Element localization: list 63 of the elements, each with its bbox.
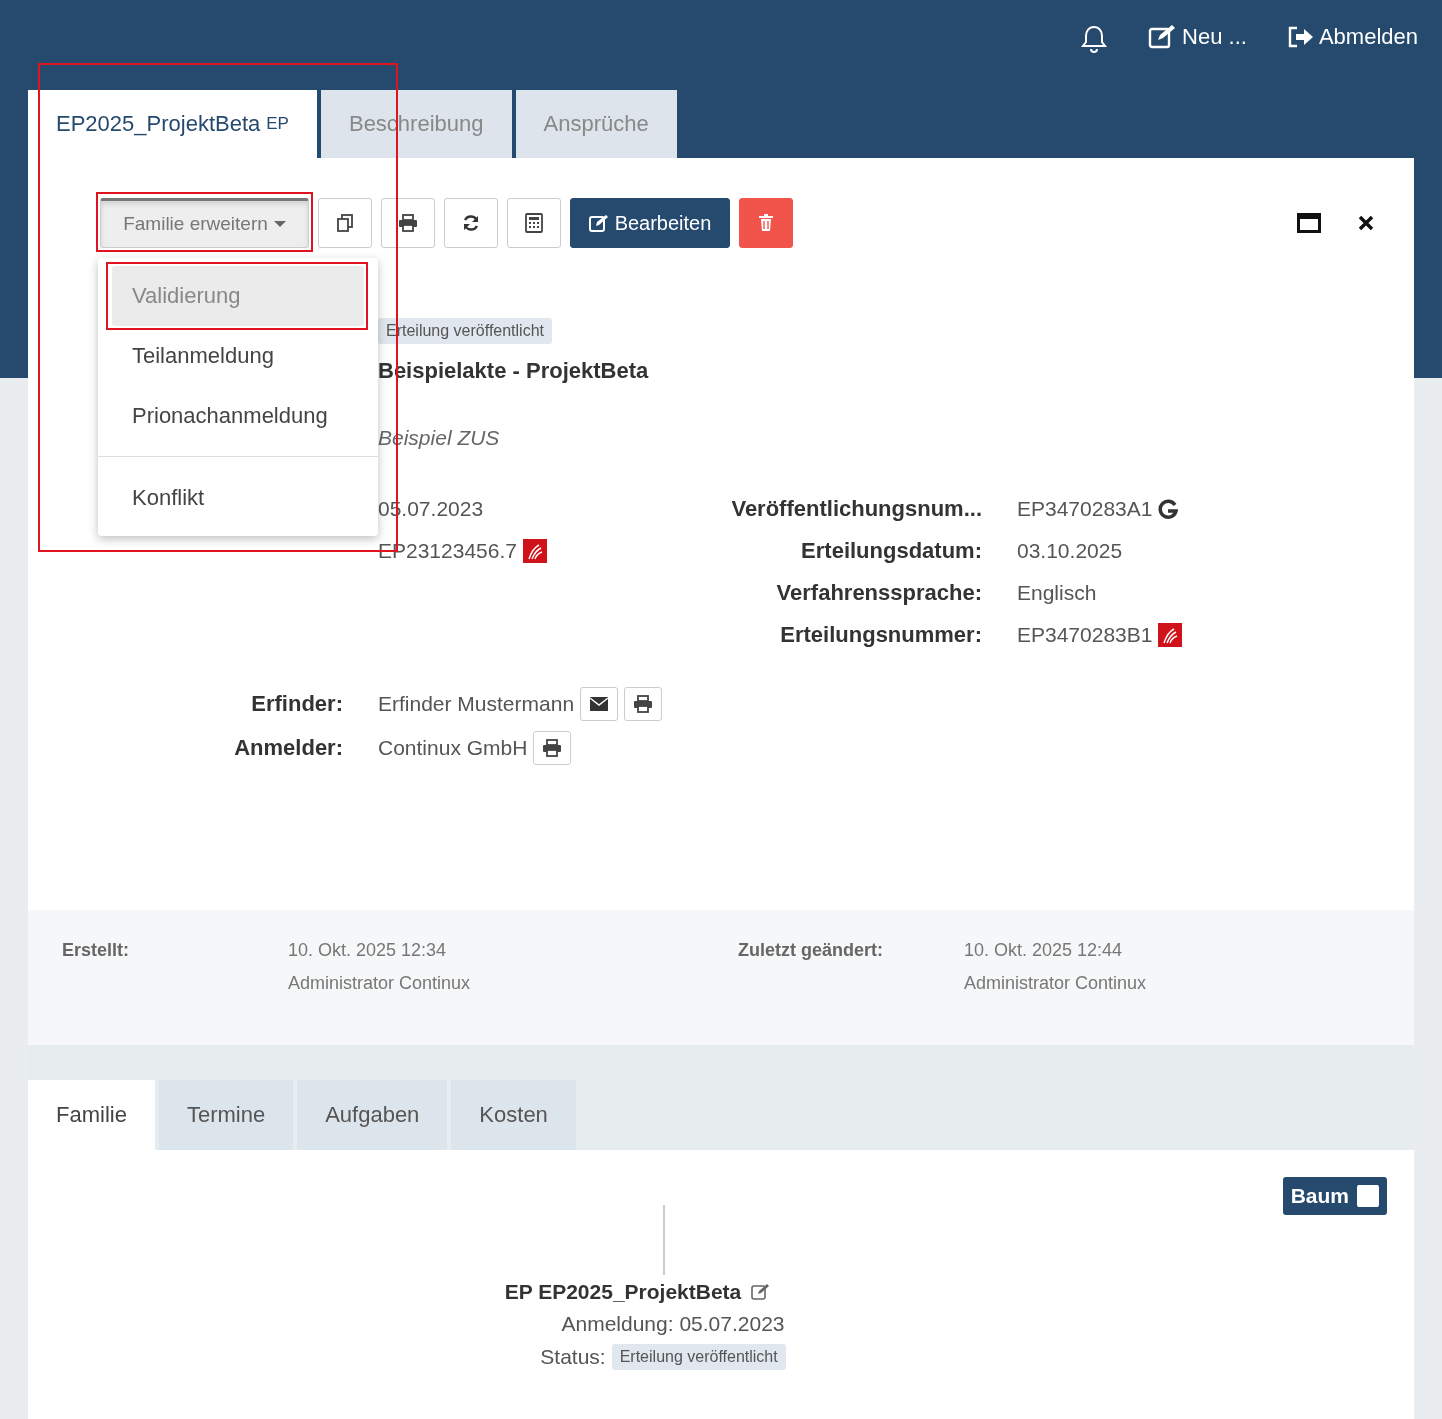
edit-icon (751, 1283, 772, 1301)
field-label: Veröffentlichungsnum... (730, 495, 982, 523)
menu-item[interactable]: Konflikt (98, 456, 378, 528)
connector-line (663, 1205, 665, 1275)
node-filing: Anmeldung: 05.07.2023 (561, 1312, 785, 1336)
tab[interactable]: Familie (28, 1080, 155, 1150)
field-label: Erteilungsnummer: (779, 621, 982, 649)
pdf-icon (1158, 623, 1183, 647)
node-title: EP EP2025_ProjektBeta (504, 1280, 742, 1304)
google-icon (1158, 499, 1179, 519)
field-value: 03.10.2025 (1017, 538, 1123, 564)
field-value: EP3470283B1 (1017, 622, 1153, 648)
print-icon (633, 695, 654, 713)
dropdown-button[interactable]: Familie erweitern (100, 198, 309, 248)
edit-button[interactable]: Bearbeiten (570, 198, 730, 248)
tab[interactable]: Kosten (451, 1080, 576, 1150)
tab[interactable]: Termine (158, 1080, 294, 1150)
field-value: Erfinder Mustermann (378, 691, 575, 717)
mail-button[interactable] (580, 687, 619, 721)
field-label: Erteilungsdatum: (800, 537, 982, 565)
maximize-icon (1297, 213, 1321, 233)
checkbox[interactable] (1357, 1185, 1379, 1207)
refresh-button[interactable] (444, 198, 498, 248)
print-button[interactable] (533, 731, 572, 765)
close-icon (1358, 215, 1374, 231)
tab[interactable]: Aufgaben (297, 1080, 448, 1150)
calculator-icon (525, 213, 543, 233)
status-badge: Erteilung veröffentlicht (611, 1344, 786, 1370)
field-label: Verfahrenssprache: (775, 579, 982, 607)
print-icon (398, 214, 418, 232)
meta-label: Erstellt: (62, 940, 131, 962)
field-label: Erfinder: (250, 690, 343, 718)
meta-date: 10. Okt. 2025 12:34 (288, 940, 448, 961)
edit-icon (588, 214, 609, 232)
print-button[interactable] (624, 687, 663, 721)
notifications-button[interactable] (1080, 24, 1109, 54)
print-icon (542, 739, 563, 757)
node-status-label: Status: (540, 1345, 606, 1369)
tab[interactable]: EP2025_ProjektBeta EP (28, 90, 317, 158)
caret-icon (273, 220, 286, 228)
trash-icon (758, 214, 774, 232)
bell-icon (1080, 24, 1109, 54)
logout-icon (1286, 25, 1315, 49)
print-button[interactable] (381, 198, 435, 248)
copy-icon (335, 213, 355, 233)
field-value: EP23123456.7 (378, 538, 517, 564)
meta-user: Administrator Continux (288, 973, 472, 994)
meta-date: 10. Okt. 2025 12:44 (964, 940, 1124, 961)
copy-button[interactable] (318, 198, 372, 248)
pdf-icon (522, 539, 547, 563)
calculator-button[interactable] (507, 198, 561, 248)
delete-button[interactable] (739, 198, 793, 248)
meta-user: Administrator Continux (964, 973, 1148, 994)
field-value: EP3470283A1 (1017, 496, 1153, 522)
tree-toggle[interactable]: Baum (1282, 1177, 1387, 1215)
field-value: Continux GmbH (378, 735, 528, 761)
meta-label: Zuletzt geändert: (738, 940, 884, 962)
logout-button[interactable]: Abmelden (1286, 24, 1418, 50)
mail-icon (589, 696, 610, 712)
new-button[interactable]: Neu ... (1148, 24, 1247, 50)
refresh-icon (461, 213, 481, 233)
field-value: Englisch (1017, 580, 1097, 606)
field-label: Anmelder: (233, 734, 343, 762)
